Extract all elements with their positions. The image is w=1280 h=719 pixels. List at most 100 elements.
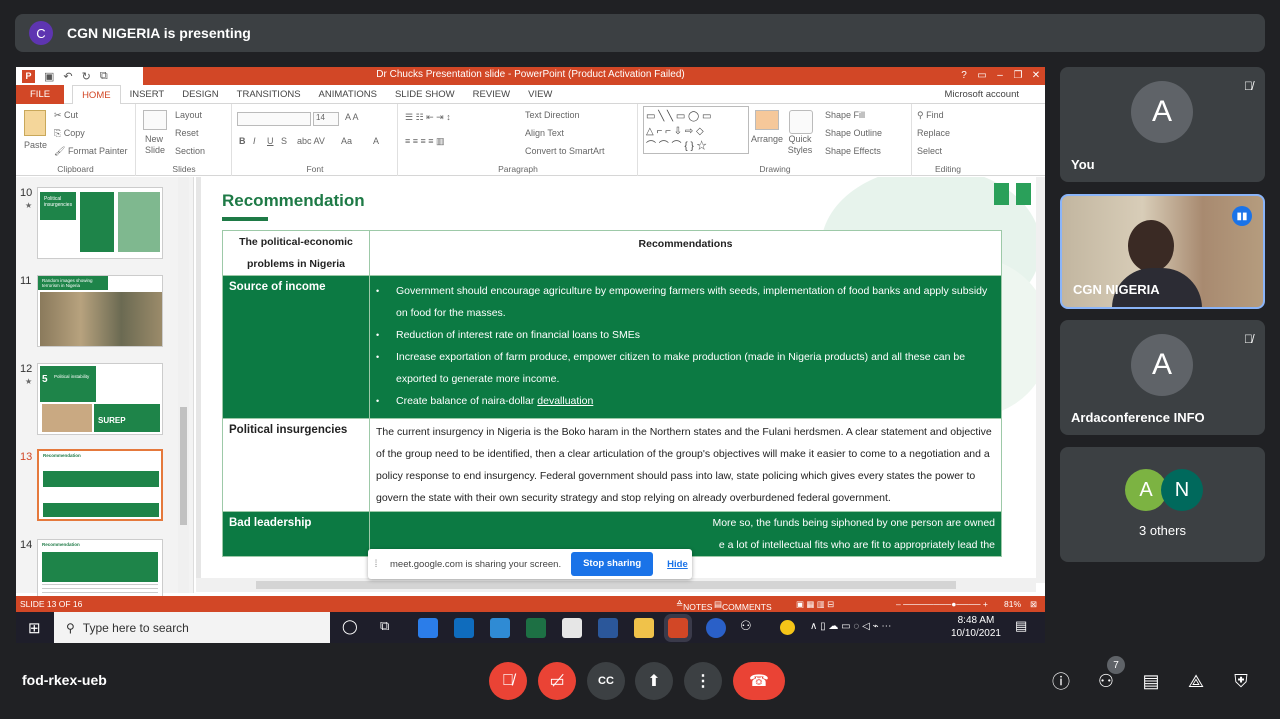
close-icon[interactable]: ✕: [1027, 67, 1045, 85]
mic-off-button[interactable]: 🎙̸: [489, 662, 527, 700]
menu-design[interactable]: DESIGN: [173, 85, 227, 104]
host-controls-icon[interactable]: ⛨: [1228, 668, 1254, 694]
account-menu[interactable]: Microsoft account: [945, 89, 1019, 100]
format-painter-button[interactable]: 🖌 Format Painter: [54, 146, 127, 157]
hide-button[interactable]: Hide: [667, 559, 688, 570]
cortana-icon[interactable]: ◯: [342, 618, 362, 638]
excel-icon[interactable]: [526, 618, 546, 638]
activities-icon[interactable]: ⟁: [1183, 668, 1209, 694]
windows-start-icon[interactable]: ⊞: [28, 619, 41, 639]
menu-view[interactable]: VIEW: [519, 85, 561, 104]
font-size-box[interactable]: 14: [313, 112, 339, 126]
slide-horizontal-scrollbar[interactable]: [196, 578, 1036, 592]
restore-icon[interactable]: ❐: [1009, 67, 1027, 85]
arrange-icon[interactable]: [755, 110, 779, 130]
store-icon[interactable]: [562, 618, 582, 638]
slide-thumb-10[interactable]: Political insurgencies: [37, 187, 163, 259]
taskbar-search[interactable]: ⚲ Type here to search: [54, 612, 330, 643]
participant-tile-ardaconference[interactable]: A 🎙̸ Ardaconference INFO: [1060, 320, 1265, 435]
mail-icon[interactable]: [490, 618, 510, 638]
section-button[interactable]: Section: [175, 146, 205, 156]
underline-icon[interactable]: U: [267, 136, 274, 146]
menu-file[interactable]: FILE: [16, 84, 65, 104]
replace-button[interactable]: Replace: [917, 128, 950, 138]
menu-transitions[interactable]: TRANSITIONS: [228, 85, 310, 104]
layout-button[interactable]: Layout: [175, 110, 202, 120]
thumbnail-scrollbar[interactable]: [178, 177, 189, 593]
paste-icon[interactable]: [24, 110, 46, 136]
edge-icon[interactable]: [418, 618, 438, 638]
bold-icon[interactable]: B: [239, 136, 246, 146]
help-icon[interactable]: ?: [955, 67, 973, 85]
menu-review[interactable]: REVIEW: [464, 85, 519, 104]
shape-outline-button[interactable]: Shape Outline: [825, 128, 882, 138]
font-color-icon[interactable]: A: [373, 136, 379, 146]
captions-button[interactable]: CC: [587, 662, 625, 700]
convert-smartart-button[interactable]: Convert to SmartArt: [525, 146, 605, 156]
weather-icon[interactable]: [780, 620, 795, 635]
view-buttons[interactable]: ▣ ▦ ▥ ⊟: [796, 599, 834, 610]
slide-vertical-scrollbar[interactable]: [1036, 177, 1045, 583]
outlook-icon[interactable]: [454, 618, 474, 638]
copy-button[interactable]: ⎘ Copy: [54, 128, 85, 139]
text-direction-button[interactable]: Text Direction: [525, 110, 580, 120]
minimize-icon[interactable]: –: [991, 67, 1009, 85]
strikethrough-icon[interactable]: S: [281, 136, 287, 146]
slideshow-icon[interactable]: ⧉: [100, 70, 108, 83]
file-explorer-icon[interactable]: [634, 618, 654, 638]
align-text-button[interactable]: Align Text: [525, 128, 564, 138]
participant-tile-cgn-nigeria[interactable]: ▮▮ CGN NIGERIA: [1060, 194, 1265, 309]
slide-thumbnail-pane[interactable]: 10 ★ Political insurgencies 11 Random im…: [16, 177, 194, 611]
cut-button[interactable]: ✂ Cut: [54, 110, 78, 121]
participant-tile-others[interactable]: A N 3 others: [1060, 447, 1265, 562]
new-slide-button[interactable]: New Slide: [145, 134, 169, 156]
chat-icon[interactable]: ▤: [1138, 668, 1164, 694]
more-options-button[interactable]: ⋮: [684, 662, 722, 700]
meeting-details-icon[interactable]: ⓘ: [1048, 668, 1074, 694]
ribbon-display-icon[interactable]: ▭: [973, 67, 991, 85]
undo-icon[interactable]: ↶: [63, 70, 72, 83]
redo-icon[interactable]: ↻: [82, 70, 91, 83]
shapes-gallery[interactable]: ▭ ╲ ╲ ▭ ◯ ▭ △ ⌐ ⌐ ⇩ ⇨ ◇ ⌒ ⌒ ⌒ { } ☆: [643, 106, 749, 154]
slide-thumb-13-selected[interactable]: Recommendation: [37, 449, 163, 521]
system-tray-icons[interactable]: ∧ ▯ ☁ ▭ ◌ ◁ ⌁ ⋯: [810, 621, 930, 641]
current-slide[interactable]: Recommendation The political-economic pr…: [201, 177, 1036, 583]
shape-effects-button[interactable]: Shape Effects: [825, 146, 881, 156]
powerpoint-taskbar-icon[interactable]: [664, 614, 692, 642]
zoom-level[interactable]: 81%: [1004, 599, 1021, 609]
leave-call-button[interactable]: ☎: [733, 662, 785, 700]
reset-button[interactable]: Reset: [175, 128, 199, 138]
help-circle-icon[interactable]: [706, 618, 726, 638]
quick-styles-icon[interactable]: [789, 110, 813, 134]
zoom-slider[interactable]: – ────────●──── +: [896, 599, 988, 609]
find-button[interactable]: ⚲ Find: [917, 110, 944, 121]
slide-thumb-11[interactable]: Random images showing terrorism in Niger…: [37, 275, 163, 347]
save-icon[interactable]: ▣: [44, 70, 54, 83]
bullets-icon[interactable]: ☰ ☷ ⇤ ⇥ ↕: [405, 112, 451, 123]
notifications-icon[interactable]: ▤: [1015, 618, 1035, 638]
fit-slide-icon[interactable]: ⊠: [1030, 599, 1037, 610]
clock[interactable]: 8:48 AM 10/10/2021: [951, 614, 1001, 640]
participant-tile-you[interactable]: A 🎙̸ You: [1060, 67, 1265, 182]
menu-animations[interactable]: ANIMATIONS: [310, 85, 386, 104]
present-button[interactable]: ⬆: [635, 662, 673, 700]
font-name-box[interactable]: [237, 112, 311, 126]
menu-home[interactable]: HOME: [72, 84, 121, 104]
word-icon[interactable]: [598, 618, 618, 638]
align-icons[interactable]: ≡ ≡ ≡ ≡ ▥: [405, 136, 445, 147]
comments-button[interactable]: ▤ COMMENTS: [714, 599, 772, 612]
menu-insert[interactable]: INSERT: [121, 85, 174, 104]
italic-icon[interactable]: I: [253, 136, 256, 146]
drag-handle-icon[interactable]: ⁞: [368, 559, 384, 570]
slide-thumb-12[interactable]: 5 Political instability SUREP: [37, 363, 163, 435]
stop-sharing-button[interactable]: Stop sharing: [571, 552, 654, 576]
select-button[interactable]: Select: [917, 146, 942, 156]
paste-button[interactable]: Paste: [24, 140, 47, 150]
new-slide-icon[interactable]: [143, 110, 167, 130]
shape-fill-button[interactable]: Shape Fill: [825, 110, 865, 120]
font-size-icons[interactable]: A A: [345, 112, 359, 122]
arrange-button[interactable]: Arrange: [751, 134, 783, 144]
task-view-icon[interactable]: ⧉: [380, 618, 400, 638]
camera-off-button[interactable]: ▭̸: [538, 662, 576, 700]
menu-slide-show[interactable]: SLIDE SHOW: [386, 85, 464, 104]
